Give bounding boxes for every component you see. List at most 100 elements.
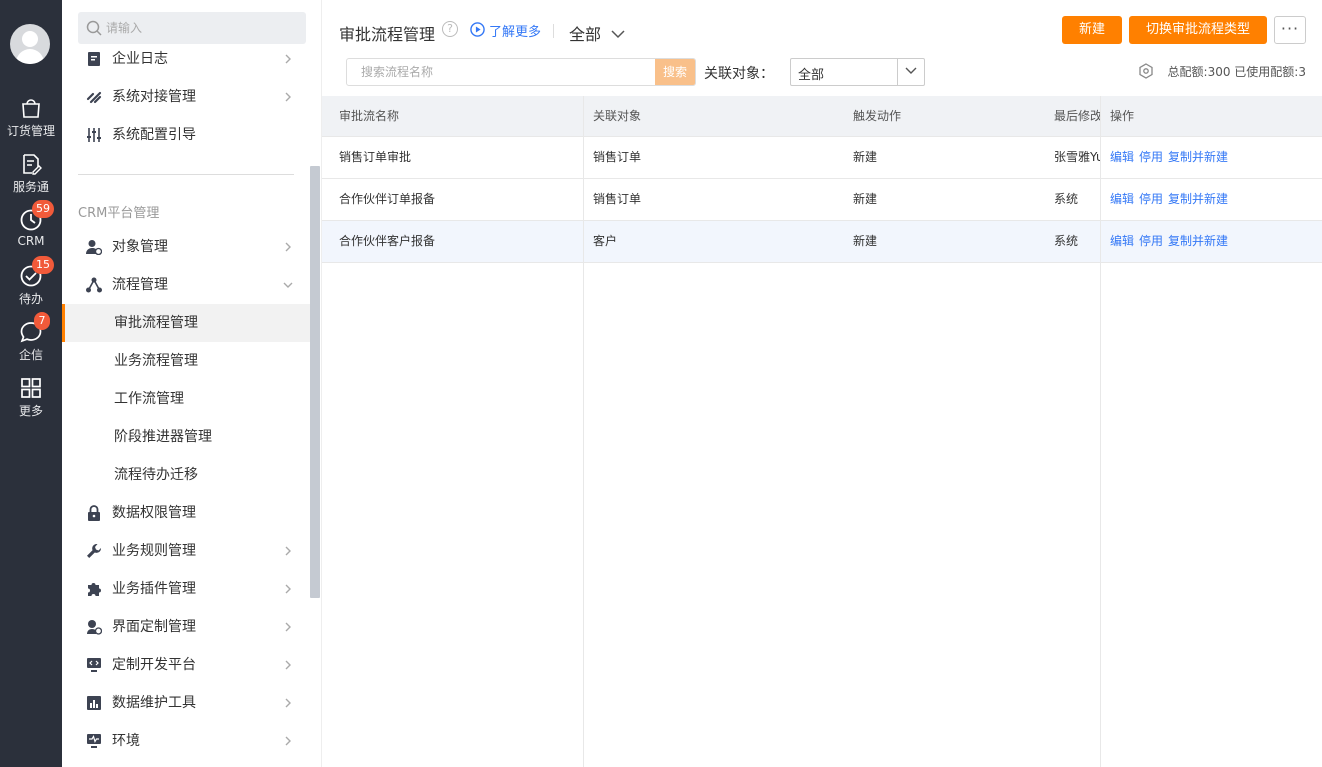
disable-link[interactable]: 停用 <box>1139 150 1163 164</box>
disable-link[interactable]: 停用 <box>1139 192 1163 206</box>
object-cell: 销售订单 <box>593 192 642 206</box>
sidebar-item-label: 企业日志 <box>112 51 168 67</box>
sidebar-item-approval-process[interactable]: 审批流程管理 <box>62 304 310 342</box>
sidebar-item-label: 界面定制管理 <box>112 619 196 635</box>
help-icon[interactable]: ? <box>442 21 458 37</box>
sidebar-item-workflow[interactable]: 工作流管理 <box>62 380 310 418</box>
select-toggle[interactable] <box>897 59 924 85</box>
sidebar-item-system-integration[interactable]: 系统对接管理 <box>62 78 310 116</box>
column-header[interactable]: 触发动作 <box>845 96 1045 137</box>
modifier-cell: 系统 <box>1054 192 1079 206</box>
chevron-right-icon <box>285 584 291 594</box>
ui-custom-icon <box>87 620 102 635</box>
chevron-right-icon <box>285 622 291 632</box>
table-row[interactable]: 合作伙伴客户报备 客户 新建 系统 编辑 停用 复制并新建 <box>322 221 1322 263</box>
column-header[interactable]: 关联对象 <box>584 96 844 137</box>
search-button[interactable]: 搜索 <box>655 59 695 85</box>
puzzle-icon <box>88 583 101 596</box>
sidebar-item-enterprise-log[interactable]: 企业日志 <box>62 40 310 78</box>
sidebar-item-label: 审批流程管理 <box>114 315 198 331</box>
column-divider <box>1100 96 1101 767</box>
operations-cell: 编辑 停用 复制并新建 <box>1101 137 1322 178</box>
sidebar-item-business-process[interactable]: 业务流程管理 <box>62 342 310 380</box>
chevron-right-icon <box>285 92 291 102</box>
sidebar-item-process-management[interactable]: 流程管理 <box>62 266 310 304</box>
user-gear-icon <box>86 240 102 255</box>
column-header[interactable]: 最后修改 <box>1046 96 1100 137</box>
rail-item-service[interactable]: 服务通 <box>0 152 62 208</box>
settings-hex-icon[interactable] <box>1138 63 1154 79</box>
sidebar-section-title: CRM平台管理 <box>78 206 160 221</box>
settings-sidebar: 企业日志 系统对接管理 系统配置引导 CRM平台管理 对象管理 流程管理 审批流… <box>62 0 322 767</box>
sidebar-item-data-maintenance[interactable]: 数据维护工具 <box>62 684 310 722</box>
table-row[interactable]: 合作伙伴订单报备 销售订单 新建 系统 编辑 停用 复制并新建 <box>322 179 1322 221</box>
sidebar-item-stage-pusher[interactable]: 阶段推进器管理 <box>62 418 310 456</box>
switch-process-type-button[interactable]: 切换审批流程类型 <box>1129 16 1267 44</box>
sidebar-item-data-permission[interactable]: 数据权限管理 <box>62 494 310 532</box>
action-cell: 新建 <box>853 192 878 206</box>
rail-item-todo[interactable]: 15 待办 <box>0 256 62 320</box>
column-header[interactable]: 审批流名称 <box>322 96 583 137</box>
rail-item-chat[interactable]: 7 企信 <box>0 312 62 376</box>
learn-more-link[interactable]: 了解更多 <box>470 21 541 40</box>
play-circle-icon <box>470 22 485 37</box>
sidebar-item-todo-migration[interactable]: 流程待办迁移 <box>62 456 310 494</box>
sidebar-item-business-rules[interactable]: 业务规则管理 <box>62 532 310 570</box>
sidebar-item-environment[interactable]: 环境 <box>62 722 310 760</box>
todo-badge: 15 <box>32 256 54 274</box>
sidebar-item-object-management[interactable]: 对象管理 <box>62 228 310 266</box>
sidebar-item-label: 流程管理 <box>112 277 168 293</box>
avatar[interactable] <box>10 24 50 64</box>
rail-item-order[interactable]: 订货管理 <box>0 96 62 152</box>
link-icon <box>86 91 102 104</box>
quota-text: 总配额:300 已使用配额:3 <box>1167 65 1306 79</box>
sidebar-item-label: 流程待办迁移 <box>114 467 198 483</box>
sidebar-item-label: 工作流管理 <box>114 391 184 407</box>
process-search-input[interactable] <box>361 59 651 85</box>
action-cell: 新建 <box>853 234 878 248</box>
copy-new-link[interactable]: 复制并新建 <box>1168 150 1228 164</box>
sliders-icon <box>87 128 101 142</box>
page-title: 审批流程管理 <box>339 25 436 44</box>
sidebar-scrollbar[interactable] <box>310 166 320 598</box>
sidebar-item-label: 业务流程管理 <box>114 353 198 369</box>
scope-dropdown[interactable]: 全部 <box>569 21 625 45</box>
chevron-right-icon <box>285 54 291 64</box>
main-content: 审批流程管理 ? 了解更多 全部 新建 切换审批流程类型 ··· 搜索 关联对象… <box>322 0 1322 767</box>
learn-more-label: 了解更多 <box>489 25 542 40</box>
table-row[interactable]: 销售订单审批 销售订单 新建 张雪雅Yuki 编辑停用复制并新建 <box>322 137 1322 179</box>
new-button[interactable]: 新建 <box>1062 16 1122 44</box>
rail-label: 待办 <box>18 292 43 306</box>
rail-item-crm[interactable]: 59 CRM <box>0 200 62 264</box>
chart-bars-icon <box>87 696 101 710</box>
rail-item-more[interactable]: 更多 <box>0 376 62 432</box>
sidebar-divider <box>78 174 294 175</box>
related-object-label: 关联对象： <box>704 66 774 82</box>
related-object-select[interactable]: 全部 <box>790 58 925 86</box>
operations-cell: 编辑 停用 复制并新建 <box>1101 221 1322 262</box>
disable-link[interactable]: 停用 <box>1139 234 1163 248</box>
sidebar-item-label: 阶段推进器管理 <box>114 429 212 445</box>
sidebar-item-business-plugins[interactable]: 业务插件管理 <box>62 570 310 608</box>
edit-link[interactable]: 编辑 <box>1110 234 1134 248</box>
edit-link[interactable]: 编辑 <box>1110 192 1134 206</box>
sidebar-item-label: 业务规则管理 <box>112 543 196 559</box>
edit-link[interactable]: 编辑 <box>1110 150 1134 164</box>
lock-icon <box>88 505 100 521</box>
chevron-right-icon <box>285 546 291 556</box>
log-icon <box>88 52 100 66</box>
process-name-cell: 销售订单审批 <box>339 150 412 164</box>
rail-label: 订货管理 <box>6 124 55 138</box>
process-name-cell: 合作伙伴客户报备 <box>339 234 436 248</box>
flow-icon <box>86 277 102 293</box>
quota-info: 总配额:300 已使用配额:3 <box>1138 63 1306 80</box>
copy-new-link[interactable]: 复制并新建 <box>1168 234 1228 248</box>
sidebar-item-custom-dev-platform[interactable]: 定制开发平台 <box>62 646 310 684</box>
more-actions-button[interactable]: ··· <box>1274 16 1306 44</box>
sidebar-item-config-guide[interactable]: 系统配置引导 <box>62 116 310 154</box>
sidebar-item-ui-customization[interactable]: 界面定制管理 <box>62 608 310 646</box>
chevron-right-icon <box>285 242 291 252</box>
copy-new-link[interactable]: 复制并新建 <box>1168 192 1228 206</box>
chevron-down-icon <box>611 30 625 39</box>
process-search-box: 搜索 <box>346 58 696 86</box>
